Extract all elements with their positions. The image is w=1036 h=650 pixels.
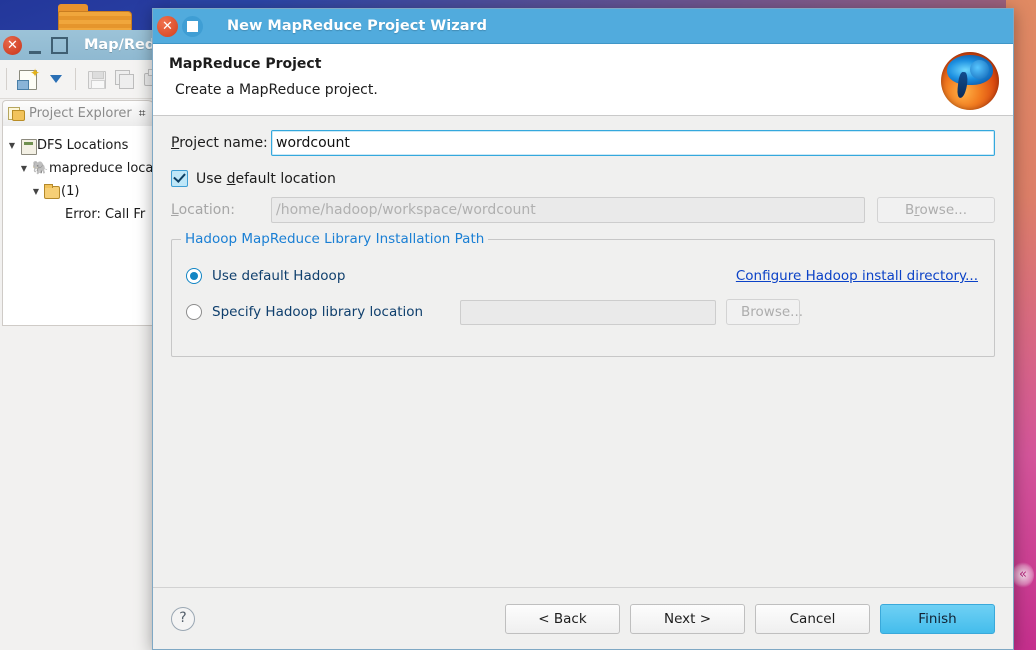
tree-item-error[interactable]: Error: Call Fr	[3, 203, 156, 226]
tree-item-label: DFS Locations	[37, 138, 129, 153]
tab-project-explorer[interactable]: Project Explorer ⌗	[2, 100, 157, 126]
dialog-title: New MapReduce Project Wizard	[227, 18, 488, 34]
tree-item-label: (1)	[61, 184, 80, 199]
toolbar-separator	[75, 68, 76, 90]
location-input	[271, 197, 865, 223]
dialog-header: MapReduce Project Create a MapReduce pro…	[153, 44, 1013, 116]
use-default-hadoop-radio[interactable]	[186, 268, 202, 284]
chevron-left-icon[interactable]: «	[1012, 562, 1034, 588]
cancel-button[interactable]: Cancel	[755, 603, 870, 634]
configure-hadoop-install-directory-link[interactable]: Configure Hadoop install directory...	[736, 268, 978, 284]
next-button[interactable]: Next >	[630, 603, 745, 634]
dialog-close-button[interactable]: ✕	[157, 15, 178, 37]
tree-item-label: mapreduce loca	[49, 161, 154, 176]
help-icon[interactable]: ?	[171, 606, 195, 631]
footer-button-group: < Back Next > Cancel Finish	[505, 603, 995, 634]
dialog-maximize-button[interactable]	[182, 15, 203, 37]
use-default-location-row[interactable]: Use default location	[171, 170, 995, 187]
specify-hadoop-location-row[interactable]: Specify Hadoop library location Browse..…	[186, 298, 980, 326]
dropdown-caret-icon[interactable]	[42, 66, 68, 92]
finish-button[interactable]: Finish	[880, 603, 995, 634]
folder-icon	[43, 183, 61, 201]
project-name-row: Project name:	[171, 130, 995, 156]
twisty-icon[interactable]: ▼	[29, 187, 43, 196]
dialog-titlebar: ✕ New MapReduce Project Wizard	[153, 9, 1013, 44]
new-file-icon[interactable]: ✦	[14, 66, 40, 92]
specify-hadoop-location-label: Specify Hadoop library location	[212, 304, 424, 320]
dfs-locations-icon	[19, 137, 37, 155]
hadoop-library-group: Hadoop MapReduce Library Installation Pa…	[171, 231, 995, 357]
group-title: Hadoop MapReduce Library Installation Pa…	[181, 231, 489, 247]
use-default-location-label: Use default location	[196, 170, 336, 187]
elephant-icon: 🐘	[32, 160, 49, 176]
back-button[interactable]: < Back	[505, 603, 620, 634]
dialog-body: Project name: Use default location Locat…	[153, 116, 1013, 587]
use-default-hadoop-row[interactable]: Use default Hadoop Configure Hadoop inst…	[186, 262, 980, 290]
page-subtitle: Create a MapReduce project.	[175, 82, 378, 98]
hadoop-library-location-input	[460, 299, 716, 325]
location-row: Location: Browse...	[171, 197, 995, 223]
twisty-icon[interactable]: ▼	[17, 164, 31, 173]
location-label: Location:	[171, 202, 235, 218]
toolbar-separator	[6, 68, 7, 90]
eclipse-close-button[interactable]: ✕	[3, 35, 22, 55]
tree-item-dfs-locations[interactable]: ▼ DFS Locations	[3, 134, 156, 157]
twisty-icon[interactable]: ▼	[5, 141, 19, 150]
save-all-icon[interactable]	[111, 66, 137, 92]
eclipse-minimize-button[interactable]	[24, 32, 46, 58]
use-default-location-checkbox[interactable]	[171, 170, 188, 187]
project-name-label: Project name:	[171, 135, 268, 151]
project-name-input[interactable]	[271, 130, 995, 156]
location-browse-button: Browse...	[877, 197, 995, 223]
tab-label: Project Explorer	[29, 106, 132, 121]
page-title: MapReduce Project	[169, 56, 322, 72]
hadoop-library-browse-button: Browse...	[726, 299, 803, 325]
dialog-footer: ? < Back Next > Cancel Finish	[153, 587, 1013, 649]
hadoop-mapreduce-logo	[941, 52, 999, 110]
project-explorer-tree[interactable]: ▼ DFS Locations ▼ 🐘 mapreduce loca ▼ (1)…	[2, 126, 157, 326]
tree-item-label: Error: Call Fr	[65, 207, 146, 222]
tree-item-folder-1[interactable]: ▼ (1)	[3, 180, 156, 203]
specify-hadoop-location-radio[interactable]	[186, 304, 202, 320]
save-icon[interactable]	[83, 66, 109, 92]
project-explorer-icon	[8, 106, 25, 121]
use-default-hadoop-label: Use default Hadoop	[212, 268, 346, 284]
maximize-view-icon[interactable]: ⌗	[139, 106, 146, 121]
new-mapreduce-project-wizard-dialog: ✕ New MapReduce Project Wizard MapReduce…	[152, 8, 1014, 650]
eclipse-maximize-button[interactable]	[48, 34, 70, 56]
tree-item-mapreduce-location[interactable]: ▼ 🐘 mapreduce loca	[3, 157, 156, 180]
